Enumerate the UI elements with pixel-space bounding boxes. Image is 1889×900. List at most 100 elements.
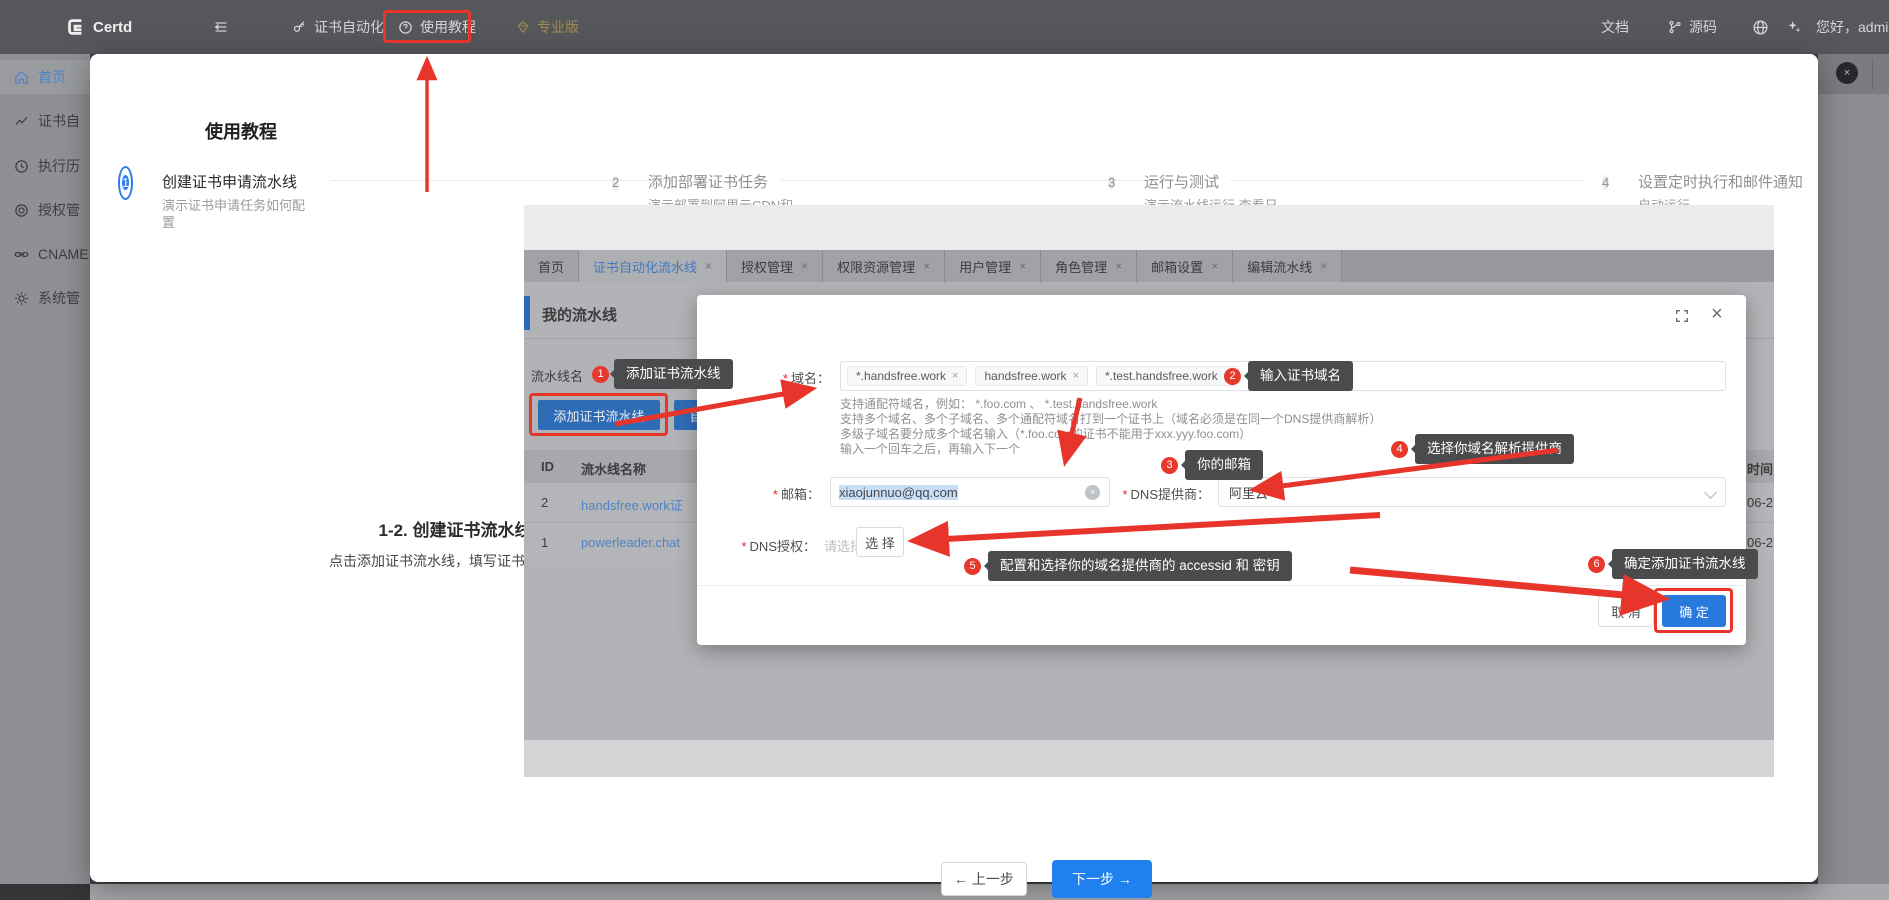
close-tab-icon[interactable]: × xyxy=(801,259,808,273)
sidebar-item-label: 系统管 xyxy=(38,288,80,308)
sidebar-item-history[interactable]: 执行历 xyxy=(0,149,90,183)
nav-docs[interactable]: 文档 xyxy=(1601,0,1629,54)
tab-edit-pipeline[interactable]: 编辑流水线× xyxy=(1233,250,1342,282)
row-id: 2 xyxy=(541,495,548,510)
remove-tag-icon[interactable]: × xyxy=(952,370,958,382)
dialog-close-button[interactable]: × xyxy=(1711,303,1723,326)
nav-source[interactable]: 源码 xyxy=(1668,0,1717,54)
domain-help-text: 支持通配符域名，例如： *.foo.com 、 *.test.handsfree… xyxy=(840,397,1381,457)
domain-tag: handsfree.work× xyxy=(975,366,1087,386)
close-tab-icon[interactable]: × xyxy=(1019,259,1026,273)
divider xyxy=(1872,58,1873,90)
required-mark: * xyxy=(773,487,778,502)
page-footer-corner xyxy=(0,884,90,900)
dns-auth-label: *DNS授权： xyxy=(726,536,816,555)
email-input[interactable]: xiaojunnuo@qq.com xyxy=(830,477,1110,507)
dns-auth-select-button[interactable]: 选 择 xyxy=(856,527,904,557)
sidebar-item-system[interactable]: 系统管 xyxy=(0,281,90,315)
step-2-circle: 2 xyxy=(612,170,619,196)
dns-provider-select[interactable]: 阿里云 xyxy=(1218,477,1726,507)
close-tab-icon[interactable]: × xyxy=(923,259,930,273)
prev-step-button[interactable]: ← 上一步 xyxy=(941,862,1027,896)
email-value: xiaojunnuo@qq.com xyxy=(839,485,958,500)
annotation-tooltip-3: 你的邮箱 xyxy=(1185,450,1263,480)
modal-title: 使用教程 xyxy=(205,118,277,144)
required-mark: * xyxy=(1122,487,1127,502)
add-pipeline-button[interactable]: 添加证书流水线 xyxy=(538,400,660,430)
key-icon xyxy=(292,20,307,35)
close-tab-icon[interactable]: × xyxy=(1211,259,1218,273)
next-step-button[interactable]: 下一步 → xyxy=(1052,860,1152,898)
globe-icon xyxy=(1752,19,1769,36)
clear-input-icon[interactable]: × xyxy=(1085,485,1100,500)
modal-close-button[interactable]: × xyxy=(1868,112,1881,138)
user-greeting-label: 您好，admin xyxy=(1816,17,1889,37)
sidebar-item-cname[interactable]: CNAME xyxy=(0,237,90,271)
collapse-sidebar-button[interactable] xyxy=(213,0,229,54)
gear-icon xyxy=(14,291,29,306)
close-icon: × xyxy=(1844,67,1850,79)
sidebar-item-cert-automation[interactable]: 证书自 xyxy=(0,104,90,138)
clock-icon xyxy=(14,159,29,174)
tab-email-settings[interactable]: 邮箱设置× xyxy=(1137,250,1233,282)
close-tab-icon[interactable]: × xyxy=(705,259,712,273)
table-header-time: 时间 xyxy=(1747,459,1773,478)
step-1-circle: 1 xyxy=(118,166,133,200)
user-greeting[interactable]: 您好，admin xyxy=(1816,0,1889,54)
sidebar-item-label: 执行历 xyxy=(38,156,80,176)
tab-permission-resource[interactable]: 权限资源管理× xyxy=(823,250,945,282)
sparkle-icon xyxy=(1786,19,1802,35)
tab-authorization[interactable]: 授权管理× xyxy=(727,250,823,282)
fullscreen-icon[interactable] xyxy=(1674,308,1690,324)
close-tab-icon[interactable]: × xyxy=(1115,259,1122,273)
nav-pro-version[interactable]: 专业版 xyxy=(516,0,579,54)
nav-pro-label: 专业版 xyxy=(537,17,579,37)
tab-cert-pipeline[interactable]: 证书自动化流水线× xyxy=(579,250,727,282)
domain-tag: *.handsfree.work× xyxy=(847,366,967,386)
brand-name: Certd xyxy=(93,19,132,36)
step-1-desc: 演示证书申请任务如何配置 xyxy=(162,197,314,231)
step-3-title: 运行与测试 xyxy=(1144,171,1219,192)
cancel-button[interactable]: 取 消 xyxy=(1598,595,1654,627)
tab-user-management[interactable]: 用户管理× xyxy=(945,250,1041,282)
screenshot-tabbar: 首页 证书自动化流水线× 授权管理× 权限资源管理× 用户管理× 角色管理× 邮… xyxy=(524,250,1774,282)
sidebar-item-label: CNAME xyxy=(38,246,89,262)
tab-home[interactable]: 首页 xyxy=(524,250,579,282)
nav-cert-automation[interactable]: 证书自动化 xyxy=(292,0,384,54)
step-1-title: 创建证书申请流水线 xyxy=(162,171,297,192)
annotation-tooltip-1: 添加证书流水线 xyxy=(614,359,733,389)
table-header-name: 流水线名称 xyxy=(581,459,646,478)
home-icon xyxy=(14,70,29,85)
left-sidebar: 首页 证书自 执行历 授权管 CNAME 系统管 xyxy=(0,54,90,884)
tab-role-management[interactable]: 角色管理× xyxy=(1041,250,1137,282)
nav-cert-automation-label: 证书自动化 xyxy=(314,17,384,37)
top-navbar: Certd 证书自动化 使用教程 专业版 文档 xyxy=(0,0,1889,54)
confirm-button[interactable]: 确 定 xyxy=(1662,595,1726,627)
page-title: 我的流水线 xyxy=(542,304,617,325)
git-branch-icon xyxy=(1668,20,1682,34)
sidebar-item-label: 授权管 xyxy=(38,200,80,220)
annotation-tooltip-2: 输入证书域名 xyxy=(1248,361,1353,391)
nav-tutorial-label: 使用教程 xyxy=(420,17,476,37)
pipeline-link[interactable]: powerleader.chat xyxy=(581,535,680,550)
row-time: 06-2 xyxy=(1747,535,1773,550)
pro-badge-icon xyxy=(516,20,530,34)
close-tab-icon[interactable]: × xyxy=(1320,259,1327,273)
close-tab-circle-button[interactable]: × xyxy=(1836,62,1858,84)
step-2-title: 添加部署证书任务 xyxy=(648,171,768,192)
domain-label: *域名： xyxy=(740,368,830,387)
sidebar-item-home[interactable]: 首页 xyxy=(0,60,90,94)
row-time: 06-2 xyxy=(1747,495,1773,510)
sidebar-item-authorization[interactable]: 授权管 xyxy=(0,193,90,227)
table-header-id: ID xyxy=(541,459,554,474)
dns-provider-label: *DNS提供商： xyxy=(1100,484,1210,503)
annotation-tooltip-4: 选择你域名解析提供商 xyxy=(1415,434,1574,464)
nav-tutorial[interactable]: 使用教程 xyxy=(398,0,476,54)
step-connector xyxy=(330,180,686,181)
brand[interactable]: Certd xyxy=(64,0,132,54)
theme-sparkle-button[interactable] xyxy=(1786,0,1802,54)
language-button[interactable] xyxy=(1752,0,1769,54)
remove-tag-icon[interactable]: × xyxy=(1073,370,1079,382)
sidebar-item-label: 首页 xyxy=(38,67,66,87)
pipeline-link[interactable]: handsfree.work证 xyxy=(581,495,683,514)
